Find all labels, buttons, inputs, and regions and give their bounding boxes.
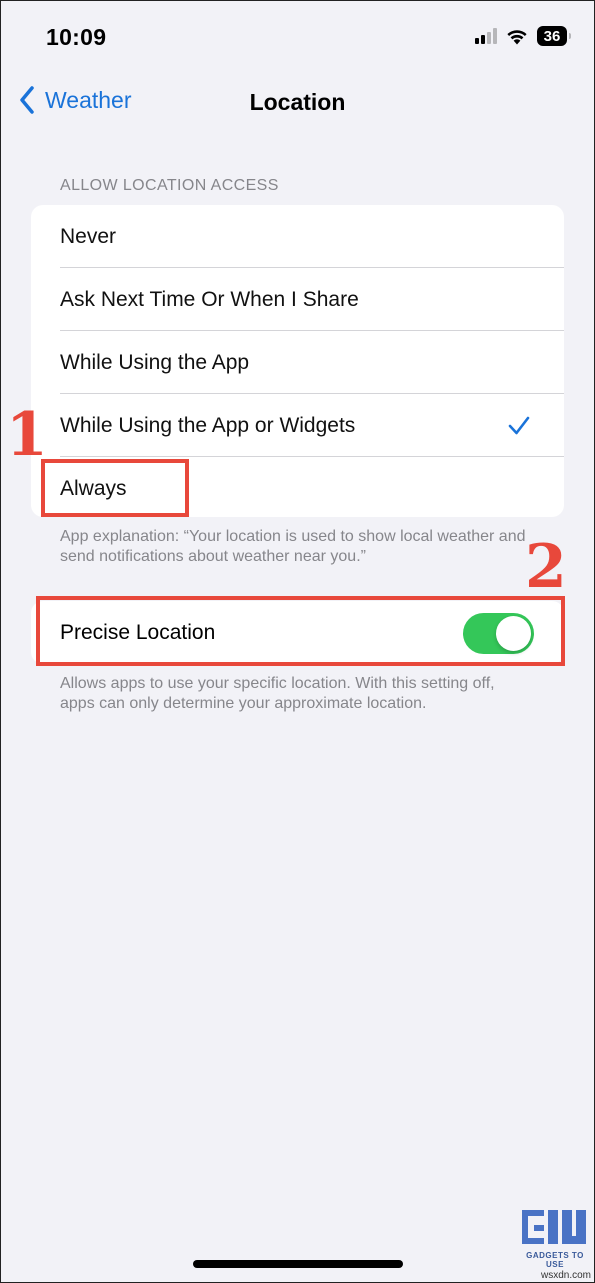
option-label: Always <box>60 476 127 500</box>
option-always[interactable]: Always <box>31 457 564 517</box>
option-while-using-app[interactable]: While Using the App <box>31 331 564 394</box>
checkmark-icon <box>508 416 530 434</box>
annotation-number-1: 1 <box>6 400 48 470</box>
location-access-options: Never Ask Next Time Or When I Share Whil… <box>31 205 564 517</box>
option-label: While Using the App <box>60 350 250 374</box>
watermark-site: wsxdn.com <box>540 1270 591 1281</box>
app-explanation: App explanation: “Your location is used … <box>60 528 526 565</box>
toggle-knob <box>496 616 531 651</box>
status-time: 10:09 <box>46 24 107 50</box>
section-header: ALLOW LOCATION ACCESS <box>60 177 279 194</box>
annotation-number-2: 2 <box>525 532 567 602</box>
precise-location-label: Precise Location <box>60 620 216 644</box>
precise-location-row: Precise Location <box>31 601 564 664</box>
option-while-using-app-or-widgets[interactable]: While Using the App or Widgets <box>31 394 564 457</box>
page-title: Location <box>249 89 346 115</box>
gadgets-to-use-logo-icon <box>522 1210 586 1244</box>
wifi-icon <box>507 30 527 45</box>
precise-location-footnote: Allows apps to use your specific locatio… <box>60 675 495 712</box>
option-label: Never <box>60 224 117 248</box>
option-label: While Using the App or Widgets <box>60 413 356 437</box>
precise-location-toggle[interactable] <box>463 613 534 654</box>
option-never[interactable]: Never <box>31 205 564 268</box>
option-ask-next-time[interactable]: Ask Next Time Or When I Share <box>31 268 564 331</box>
option-label: Ask Next Time Or When I Share <box>60 287 359 311</box>
status-icons: 36 <box>475 26 571 46</box>
watermark-text: GADGETS TO USE <box>526 1251 584 1269</box>
home-indicator <box>193 1260 403 1268</box>
watermark-logo: GADGETS TO USE <box>519 1208 591 1269</box>
battery-icon: 36 <box>537 26 571 46</box>
cellular-signal-icon <box>475 28 497 44</box>
